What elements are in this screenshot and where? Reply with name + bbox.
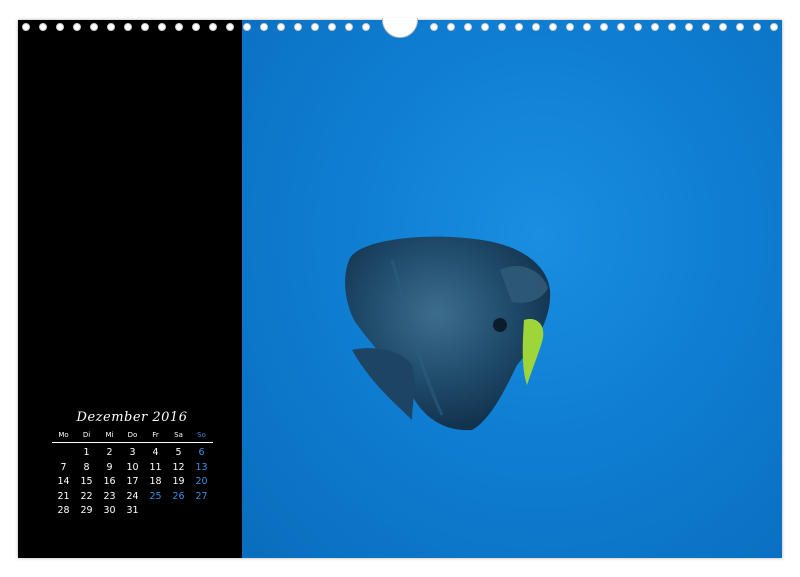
binding-hole [277, 23, 285, 31]
calendar-day: 7 [60, 461, 67, 473]
binding-hole [141, 23, 149, 31]
calendar-day: 20 [195, 476, 208, 487]
calendar-day: 12 [172, 461, 185, 473]
binding-hole [736, 23, 744, 31]
batfish-icon [345, 236, 551, 431]
binding-hole [447, 23, 455, 31]
calendar-day: 18 [149, 476, 162, 487]
calendar-day: 26 [172, 490, 185, 502]
calendar-day: 28 [57, 505, 70, 516]
calendar-day: 30 [103, 505, 116, 516]
binding-hole [362, 23, 370, 31]
calendar-table: Dezember 2016 Mo Di Mi Do Fr Sa So 1 2 3 4 5 6 7 8 9 10 1… [52, 410, 213, 519]
binding-hole [345, 23, 353, 31]
calendar-day: 3 [129, 447, 136, 458]
binding-hole [481, 23, 489, 31]
binding-hole [566, 23, 574, 31]
calendar-day: 6 [198, 447, 205, 458]
binding-hole [430, 23, 438, 31]
binding-hole [311, 23, 319, 31]
binding-hole [668, 23, 676, 31]
calendar-day: 19 [172, 476, 185, 487]
binding-hole [124, 23, 132, 31]
binding-hole [192, 23, 200, 31]
weekday-header: Di [75, 431, 98, 443]
binding-hole [532, 23, 540, 31]
calendar-day: 16 [103, 476, 116, 487]
calendar-title: Dezember 2016 [76, 410, 188, 425]
calendar-day: 4 [152, 447, 159, 458]
weekday-header: So [190, 431, 213, 443]
calendar-day: 29 [80, 505, 93, 516]
binding-hole [243, 23, 251, 31]
calendar-day: 13 [195, 461, 208, 473]
calendar-day: 15 [80, 476, 93, 487]
binding-hole [209, 23, 217, 31]
binding-hole [719, 23, 727, 31]
calendar-page: Dezember 2016 Mo Di Mi Do Fr Sa So 1 2 3 4 5 6 7 8 9 10 1… [0, 0, 800, 577]
calendar-day: 14 [57, 476, 70, 487]
calendar-day: 23 [103, 490, 116, 502]
binding-hole [294, 23, 302, 31]
calendar-day: 8 [83, 461, 90, 473]
binding-hole [73, 23, 81, 31]
binding-hole [498, 23, 506, 31]
binding-hole [651, 23, 659, 31]
calendar-day: 1 [83, 447, 90, 458]
calendar-day: 11 [149, 461, 162, 473]
binding-hole [175, 23, 183, 31]
weekday-header: Sa [167, 431, 190, 443]
calendar-day [190, 504, 213, 519]
binding-hole [600, 23, 608, 31]
binding-hole [107, 23, 115, 31]
weekday-header: Do [121, 431, 144, 443]
calendar-day: 24 [126, 490, 139, 502]
binding-hole [617, 23, 625, 31]
binding-hole [90, 23, 98, 31]
binding-hole [260, 23, 268, 31]
binding-hole [515, 23, 523, 31]
weekday-header: Mo [52, 431, 75, 443]
calendar-day: 10 [126, 461, 139, 473]
calendar-day: 27 [195, 490, 208, 502]
calendar-day: 22 [80, 490, 93, 502]
calendar-day: 2 [106, 447, 113, 458]
calendar-day [144, 504, 167, 519]
binding-hole [583, 23, 591, 31]
binding-hole [226, 23, 234, 31]
weekday-header: Fr [144, 431, 167, 443]
binding-hole [770, 23, 778, 31]
binding-hole [464, 23, 472, 31]
binding-hole [158, 23, 166, 31]
calendar-day: 21 [57, 490, 70, 502]
binding-hole [549, 23, 557, 31]
binding-hole [634, 23, 642, 31]
calendar-day [52, 446, 75, 461]
underwater-photo [242, 20, 782, 558]
weekday-header: Mi [98, 431, 121, 443]
calendar-grid: Mo Di Mi Do Fr Sa So 1 2 3 4 5 6 7 8 9 10 11 12 13 14 15 16 17 1… [52, 431, 213, 519]
calendar-day: 5 [175, 447, 182, 458]
binding-hole [685, 23, 693, 31]
binding-hole [753, 23, 761, 31]
binding-hole [56, 23, 64, 31]
calendar-day: 9 [106, 461, 113, 473]
calendar-day: 17 [126, 476, 139, 487]
calendar-day: 25 [149, 490, 162, 502]
calendar-day [167, 504, 190, 519]
binding-hole [22, 23, 30, 31]
binding-hole [702, 23, 710, 31]
calendar-day: 31 [126, 505, 139, 516]
binding-hole [328, 23, 336, 31]
binding-hole [39, 23, 47, 31]
